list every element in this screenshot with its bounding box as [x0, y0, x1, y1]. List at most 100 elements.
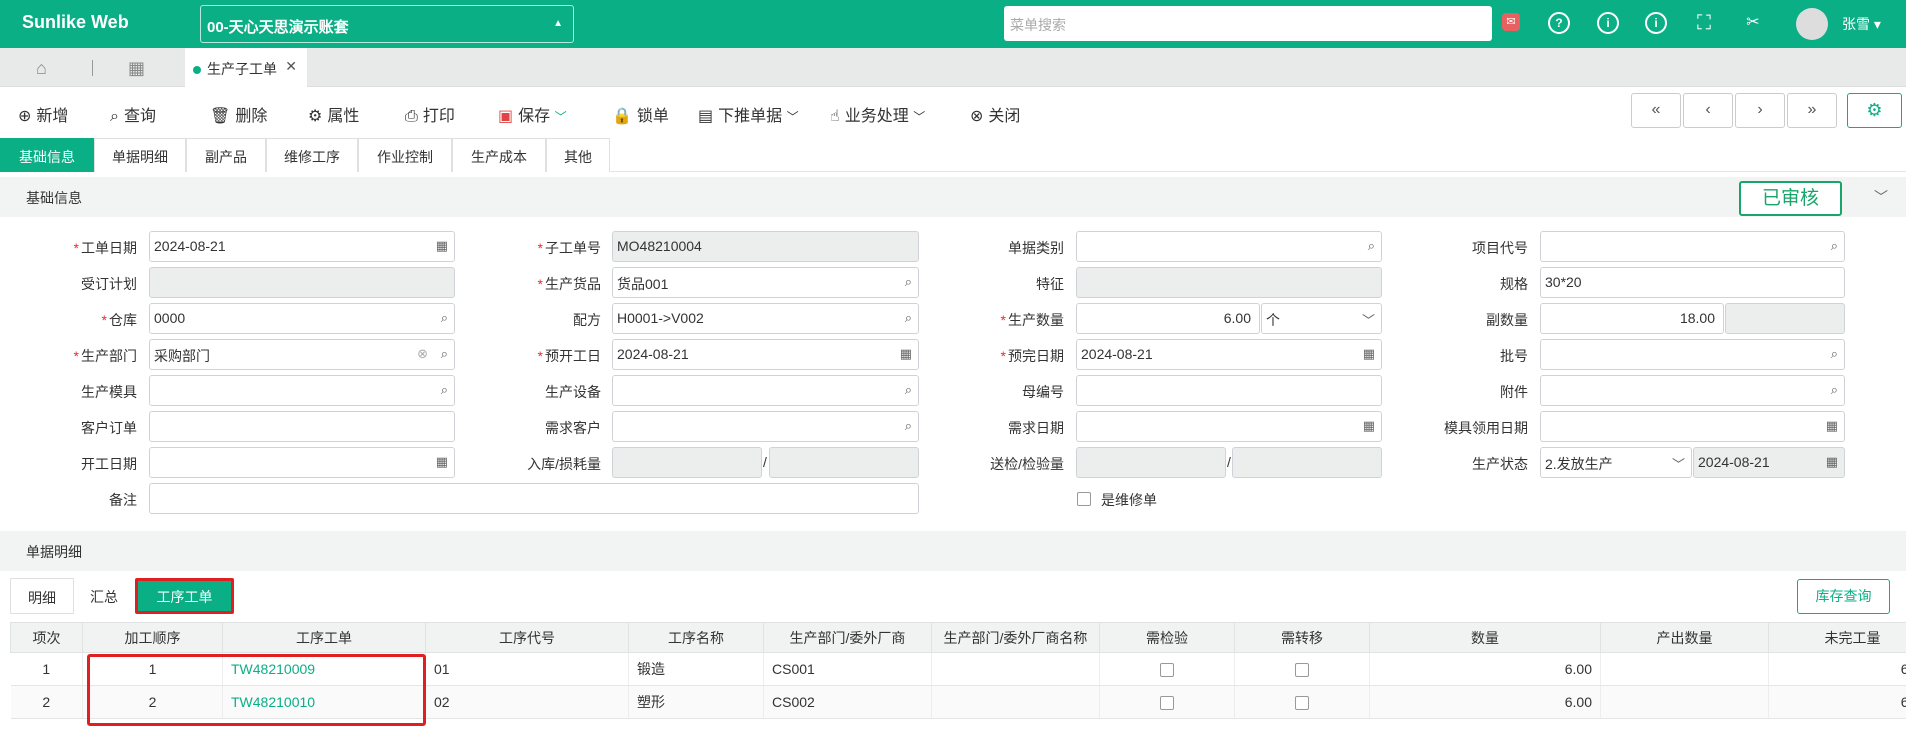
- basic-info-header[interactable]: 基础信息 ﹀: [0, 177, 1906, 217]
- account-selector[interactable]: 00-天心天思演示账套 ▲: [200, 5, 574, 43]
- tab-other[interactable]: 其他: [546, 138, 610, 172]
- col-qty[interactable]: 数量: [1369, 622, 1601, 653]
- info-icon[interactable]: i: [1597, 12, 1619, 34]
- lock-button[interactable]: 🔒 锁单: [612, 102, 669, 126]
- cell-seq[interactable]: 2: [82, 685, 223, 719]
- cell-remain[interactable]: 6.00: [1768, 685, 1906, 719]
- attach-field[interactable]: ⌕: [1540, 375, 1845, 406]
- plan-end-field[interactable]: 2024-08-21 ▦: [1076, 339, 1382, 370]
- avatar[interactable]: [1796, 8, 1828, 40]
- chevron-down-icon[interactable]: ﹀: [1874, 187, 1888, 207]
- add-button[interactable]: ⊕ 新增: [18, 102, 68, 126]
- tab-detail[interactable]: 明细: [10, 578, 74, 614]
- tab-repair-process[interactable]: 维修工序: [266, 138, 358, 172]
- home-icon[interactable]: ⌂: [36, 58, 56, 78]
- mold-date-field[interactable]: ▦: [1540, 411, 1845, 442]
- prev-record-button[interactable]: ‹: [1683, 93, 1733, 128]
- unit-select[interactable]: 个 ﹀: [1261, 303, 1382, 334]
- help-icon[interactable]: ?: [1548, 12, 1570, 34]
- cell-need-inspect[interactable]: [1099, 652, 1235, 686]
- fullscreen-icon[interactable]: ⛶: [1693, 12, 1715, 34]
- warehouse-field[interactable]: 0000 ⌕: [149, 303, 455, 334]
- start-date-field[interactable]: ▦: [149, 447, 455, 478]
- cell-seq[interactable]: 1: [82, 652, 223, 686]
- save-button[interactable]: ▣ 保存 ﹀: [498, 102, 567, 126]
- col-output-qty[interactable]: 产出数量: [1600, 622, 1769, 653]
- cell-qty[interactable]: 6.00: [1369, 685, 1601, 719]
- cell-dept-name[interactable]: [931, 685, 1100, 719]
- col-process-code[interactable]: 工序代号: [425, 622, 629, 653]
- repair-checkbox[interactable]: [1077, 492, 1091, 506]
- col-need-inspect[interactable]: 需检验: [1099, 622, 1235, 653]
- spec-field[interactable]: 30*20: [1540, 267, 1845, 298]
- delete-button[interactable]: 🗑 删除: [210, 102, 267, 126]
- cell-name[interactable]: 锻造: [628, 652, 764, 686]
- next-record-button[interactable]: ›: [1735, 93, 1785, 128]
- demand-date-field[interactable]: ▦: [1076, 411, 1382, 442]
- close-tab-icon[interactable]: ✕: [285, 58, 297, 75]
- qty-field[interactable]: 6.00: [1076, 303, 1260, 334]
- first-record-button[interactable]: «: [1631, 93, 1681, 128]
- col-process-order[interactable]: 工序工单: [222, 622, 426, 653]
- close-button[interactable]: ⊗ 关闭: [970, 102, 1020, 126]
- equip-field[interactable]: ⌕: [612, 375, 919, 406]
- business-process-button[interactable]: ☝ 业务处理 ﹀: [830, 102, 925, 126]
- cell-code[interactable]: 02: [425, 685, 629, 719]
- col-seq[interactable]: 加工顺序: [82, 622, 223, 653]
- cell-process-order[interactable]: TW48210010: [222, 685, 426, 719]
- formula-field[interactable]: H0001->V002 ⌕: [612, 303, 919, 334]
- doc-type-field[interactable]: ⌕: [1076, 231, 1382, 262]
- attributes-button[interactable]: ⚙ 属性: [308, 102, 359, 126]
- cust-order-field[interactable]: [149, 411, 455, 442]
- push-document-button[interactable]: ▤ 下推单据 ﹀: [698, 102, 799, 126]
- transfer-checkbox[interactable]: [1295, 663, 1309, 678]
- prod-status-select[interactable]: 2.发放生产 ﹀: [1540, 447, 1692, 478]
- product-field[interactable]: 货品001 ⌕: [612, 267, 919, 298]
- settings-gear-icon[interactable]: ⚙: [1847, 93, 1902, 128]
- cell-need-inspect[interactable]: [1099, 685, 1235, 719]
- tab-production-cost[interactable]: 生产成本: [452, 138, 546, 172]
- process-order-link[interactable]: TW48210009: [231, 661, 315, 677]
- print-button[interactable]: ⎙ 打印: [405, 102, 455, 126]
- col-index[interactable]: 项次: [10, 622, 83, 653]
- transfer-checkbox[interactable]: [1295, 696, 1309, 711]
- about-icon[interactable]: i: [1645, 12, 1667, 34]
- tab-basic-info[interactable]: 基础信息: [0, 138, 94, 172]
- tab-production-sub-order[interactable]: 生产子工单 ✕: [185, 48, 307, 87]
- col-dept[interactable]: 生产部门/委外厂商: [763, 622, 932, 653]
- menu-search-input[interactable]: 菜单搜索: [1004, 6, 1492, 41]
- apps-grid-icon[interactable]: ▦: [128, 58, 148, 78]
- process-order-link[interactable]: TW48210010: [231, 694, 315, 710]
- mold-field[interactable]: ⌕: [149, 375, 455, 406]
- plan-start-field[interactable]: 2024-08-21 ▦: [612, 339, 919, 370]
- cell-need-transfer[interactable]: [1234, 652, 1370, 686]
- col-dept-name[interactable]: 生产部门/委外厂商名称: [931, 622, 1100, 653]
- tab-operation-control[interactable]: 作业控制: [358, 138, 452, 172]
- query-button[interactable]: ⌕ 查询: [110, 102, 156, 126]
- tab-summary[interactable]: 汇总: [74, 578, 134, 614]
- cell-qty[interactable]: 6.00: [1369, 652, 1601, 686]
- last-record-button[interactable]: »: [1787, 93, 1837, 128]
- table-row[interactable]: 1 1 TW48210009 01 锻造 CS001 6.00 6.00: [10, 652, 1906, 686]
- parent-no-field[interactable]: [1076, 375, 1382, 406]
- col-need-transfer[interactable]: 需转移: [1234, 622, 1370, 653]
- cell-dept[interactable]: CS001: [763, 652, 932, 686]
- project-field[interactable]: ⌕: [1540, 231, 1845, 262]
- cell-output[interactable]: [1600, 652, 1769, 686]
- col-remain-qty[interactable]: 未完工量: [1768, 622, 1906, 653]
- demand-cust-field[interactable]: ⌕: [612, 411, 919, 442]
- cell-name[interactable]: 塑形: [628, 685, 764, 719]
- tab-by-product[interactable]: 副产品: [186, 138, 266, 172]
- clean-icon[interactable]: ✂: [1742, 12, 1764, 34]
- cell-process-order[interactable]: TW48210009: [222, 652, 426, 686]
- cell-code[interactable]: 01: [425, 652, 629, 686]
- sub-qty-field[interactable]: 18.00: [1540, 303, 1724, 334]
- user-menu[interactable]: 张雪 ▾: [1842, 14, 1881, 34]
- cell-need-transfer[interactable]: [1234, 685, 1370, 719]
- table-row[interactable]: 2 2 TW48210010 02 塑形 CS002 6.00 6.00: [10, 685, 1906, 719]
- col-process-name[interactable]: 工序名称: [628, 622, 764, 653]
- cell-dept[interactable]: CS002: [763, 685, 932, 719]
- tab-process-order[interactable]: 工序工单: [135, 578, 234, 614]
- remark-field[interactable]: [149, 483, 919, 514]
- inspect-checkbox[interactable]: [1160, 663, 1174, 678]
